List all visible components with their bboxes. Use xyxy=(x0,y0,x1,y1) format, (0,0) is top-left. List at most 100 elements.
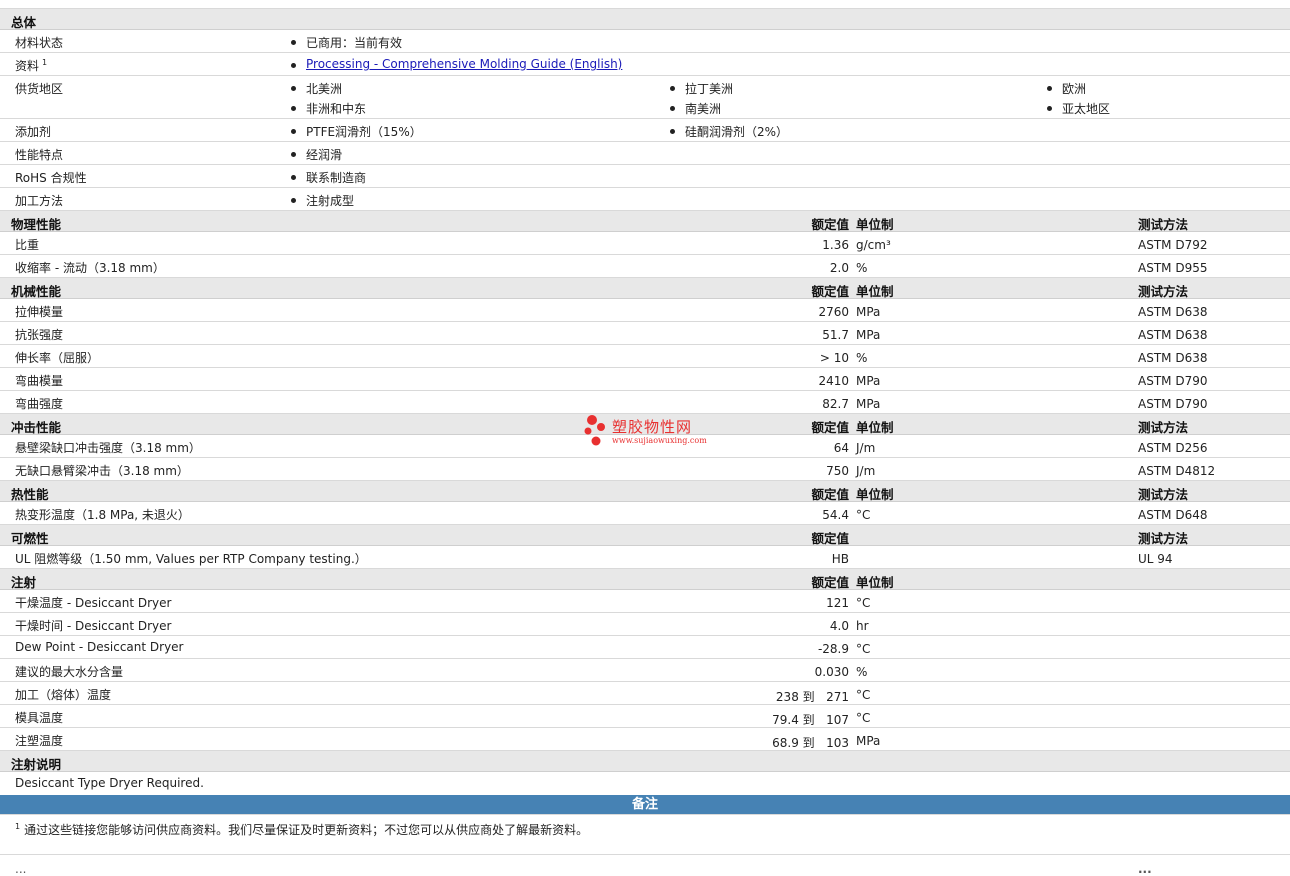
column-test: 测试方法 xyxy=(1138,487,1189,502)
bullet-icon xyxy=(1047,106,1052,111)
row-rohs: RoHS 合规性 联系制造商 xyxy=(0,165,1290,188)
cutoff-row: ... ... xyxy=(0,855,1290,876)
bullet-icon xyxy=(291,129,296,134)
property-row: 干燥时间 - Desiccant Dryer 4.0 hr xyxy=(0,613,1290,636)
property-value: 79.4 到 107 xyxy=(772,713,849,727)
property-row: 比重 1.36 g/cm³ ASTM D792 xyxy=(0,232,1290,255)
property-unit: °C xyxy=(856,688,871,702)
property-value: 238 到 271 xyxy=(775,690,849,704)
column-unit: 单位制 xyxy=(856,217,894,232)
watermark-url: www.sujiaowuxing.com xyxy=(612,436,707,445)
section-title: 注射说明 xyxy=(11,757,62,772)
region-text: 拉丁美洲 xyxy=(685,82,734,96)
bullet-icon xyxy=(291,175,296,180)
property-test: ASTM D955 xyxy=(1138,261,1208,275)
property-label: 无缺口悬臂梁冲击（3.18 mm） xyxy=(15,464,189,478)
property-test: ASTM D256 xyxy=(1138,441,1208,455)
resources-label: 资料 xyxy=(15,59,40,73)
property-label: Dew Point - Desiccant Dryer xyxy=(15,640,184,654)
property-unit: °C xyxy=(856,642,871,656)
property-value: 51.7 xyxy=(822,328,849,342)
property-unit: hr xyxy=(856,619,869,633)
region-text: 亚太地区 xyxy=(1062,102,1111,116)
section-title: 冲击性能 xyxy=(11,420,62,435)
property-value: 54.4 xyxy=(822,508,849,522)
property-row: 弯曲强度 82.7 MPa ASTM D790 xyxy=(0,391,1290,414)
property-label: 拉伸模量 xyxy=(15,305,64,319)
processing-guide-link[interactable]: Processing - Comprehensive Molding Guide… xyxy=(306,57,622,71)
section-header-mechanical: 机械性能 额定值 单位制 测试方法 xyxy=(0,278,1290,299)
bullet-icon xyxy=(670,106,675,111)
section-header-injection: 注射 额定值 单位制 xyxy=(0,569,1290,590)
property-unit: g/cm³ xyxy=(856,238,891,252)
column-test: 测试方法 xyxy=(1138,531,1189,546)
property-value: 82.7 xyxy=(822,397,849,411)
section-header-flammability: 可燃性 额定值 测试方法 xyxy=(0,525,1290,546)
property-label: 收缩率 - 流动（3.18 mm） xyxy=(15,261,165,275)
property-label: 干燥温度 - Desiccant Dryer xyxy=(15,596,172,610)
top-strip xyxy=(0,0,1290,9)
region-text: 欧洲 xyxy=(1062,82,1087,96)
property-label: 建议的最大水分含量 xyxy=(15,665,124,679)
property-value: 2.0 xyxy=(829,261,849,275)
property-label: 伸长率（屈服） xyxy=(15,351,100,365)
column-unit: 单位制 xyxy=(856,420,894,435)
additive-text: PTFE润滑剂（15%） xyxy=(306,125,422,139)
section-header-overview: 总体 xyxy=(0,9,1290,30)
property-label: 弯曲模量 xyxy=(15,374,64,388)
property-unit: °C xyxy=(856,508,871,522)
property-unit: MPa xyxy=(856,328,881,342)
watermark-dots-icon xyxy=(584,415,605,446)
property-unit: J/m xyxy=(856,441,876,455)
column-test: 测试方法 xyxy=(1138,284,1189,299)
property-row: 注塑温度 68.9 到 103 MPa xyxy=(0,728,1290,751)
column-unit: 单位制 xyxy=(856,575,894,590)
property-test: ASTM D790 xyxy=(1138,374,1208,388)
property-value: 2410 xyxy=(818,374,849,388)
bullet-icon xyxy=(291,63,296,68)
watermark-logo: 塑胶物性网 www.sujiaowuxing.com xyxy=(582,414,722,448)
property-label: 抗张强度 xyxy=(15,328,64,342)
property-row: 建议的最大水分含量 0.030 % xyxy=(0,659,1290,682)
footnote-marker: 1 xyxy=(42,58,48,67)
additive-text: 硅酮润滑剂（2%） xyxy=(685,125,789,139)
bullet-icon xyxy=(291,152,296,157)
row-material-status: 材料状态 已商用：当前有效 xyxy=(0,30,1290,53)
property-label: 悬壁梁缺口冲击强度（3.18 mm） xyxy=(15,441,201,455)
column-unit: 单位制 xyxy=(856,487,894,502)
row-label: 加工方法 xyxy=(15,194,64,208)
property-label: 干燥时间 - Desiccant Dryer xyxy=(15,619,172,633)
column-nominal: 额定值 xyxy=(811,531,849,546)
property-value: 64 xyxy=(833,441,849,455)
property-label: 热变形温度（1.8 MPa, 未退火） xyxy=(15,508,190,522)
bullet-text: 已商用：当前有效 xyxy=(306,36,403,50)
column-test: 测试方法 xyxy=(1138,420,1189,435)
property-row: 无缺口悬臂梁冲击（3.18 mm） 750 J/m ASTM D4812 xyxy=(0,458,1290,481)
section-header-injection-notes: 注射说明 xyxy=(0,751,1290,772)
region-text: 南美洲 xyxy=(685,102,722,116)
footnote-text: 通过这些链接您能够访问供应商资料。我们尽量保证及时更新资料；不过您可以从供应商处… xyxy=(24,823,589,837)
bullet-icon xyxy=(291,86,296,91)
footnote-line: 1 通过这些链接您能够访问供应商资料。我们尽量保证及时更新资料；不过您可以从供应商… xyxy=(15,821,588,838)
property-row: 干燥温度 - Desiccant Dryer 121 °C xyxy=(0,590,1290,613)
property-label: 加工（熔体）温度 xyxy=(15,688,112,702)
property-test: ASTM D790 xyxy=(1138,397,1208,411)
property-test: ASTM D638 xyxy=(1138,328,1208,342)
section-title: 总体 xyxy=(11,15,37,30)
column-test: 测试方法 xyxy=(1138,217,1189,232)
row-additives: 添加剂 PTFE润滑剂（15%） 硅酮润滑剂（2%） xyxy=(0,119,1290,142)
region-text: 非洲和中东 xyxy=(306,102,367,116)
property-value: 1.36 xyxy=(822,238,849,252)
property-label: UL 阻燃等级（1.50 mm, Values per RTP Company … xyxy=(15,552,367,566)
column-nominal: 额定值 xyxy=(811,420,849,435)
property-value: 2760 xyxy=(818,305,849,319)
cutoff-test-header: ... xyxy=(1138,862,1152,876)
column-nominal: 额定值 xyxy=(811,284,849,299)
property-row: 拉伸模量 2760 MPa ASTM D638 xyxy=(0,299,1290,322)
property-value: > 10 xyxy=(819,351,849,365)
property-test: ASTM D638 xyxy=(1138,351,1208,365)
row-label: 供货地区 xyxy=(15,82,64,96)
row-resources: 资料 1 Processing - Comprehensive Molding G… xyxy=(0,53,1290,76)
property-value: -28.9 xyxy=(817,642,849,656)
section-title: 机械性能 xyxy=(11,284,62,299)
